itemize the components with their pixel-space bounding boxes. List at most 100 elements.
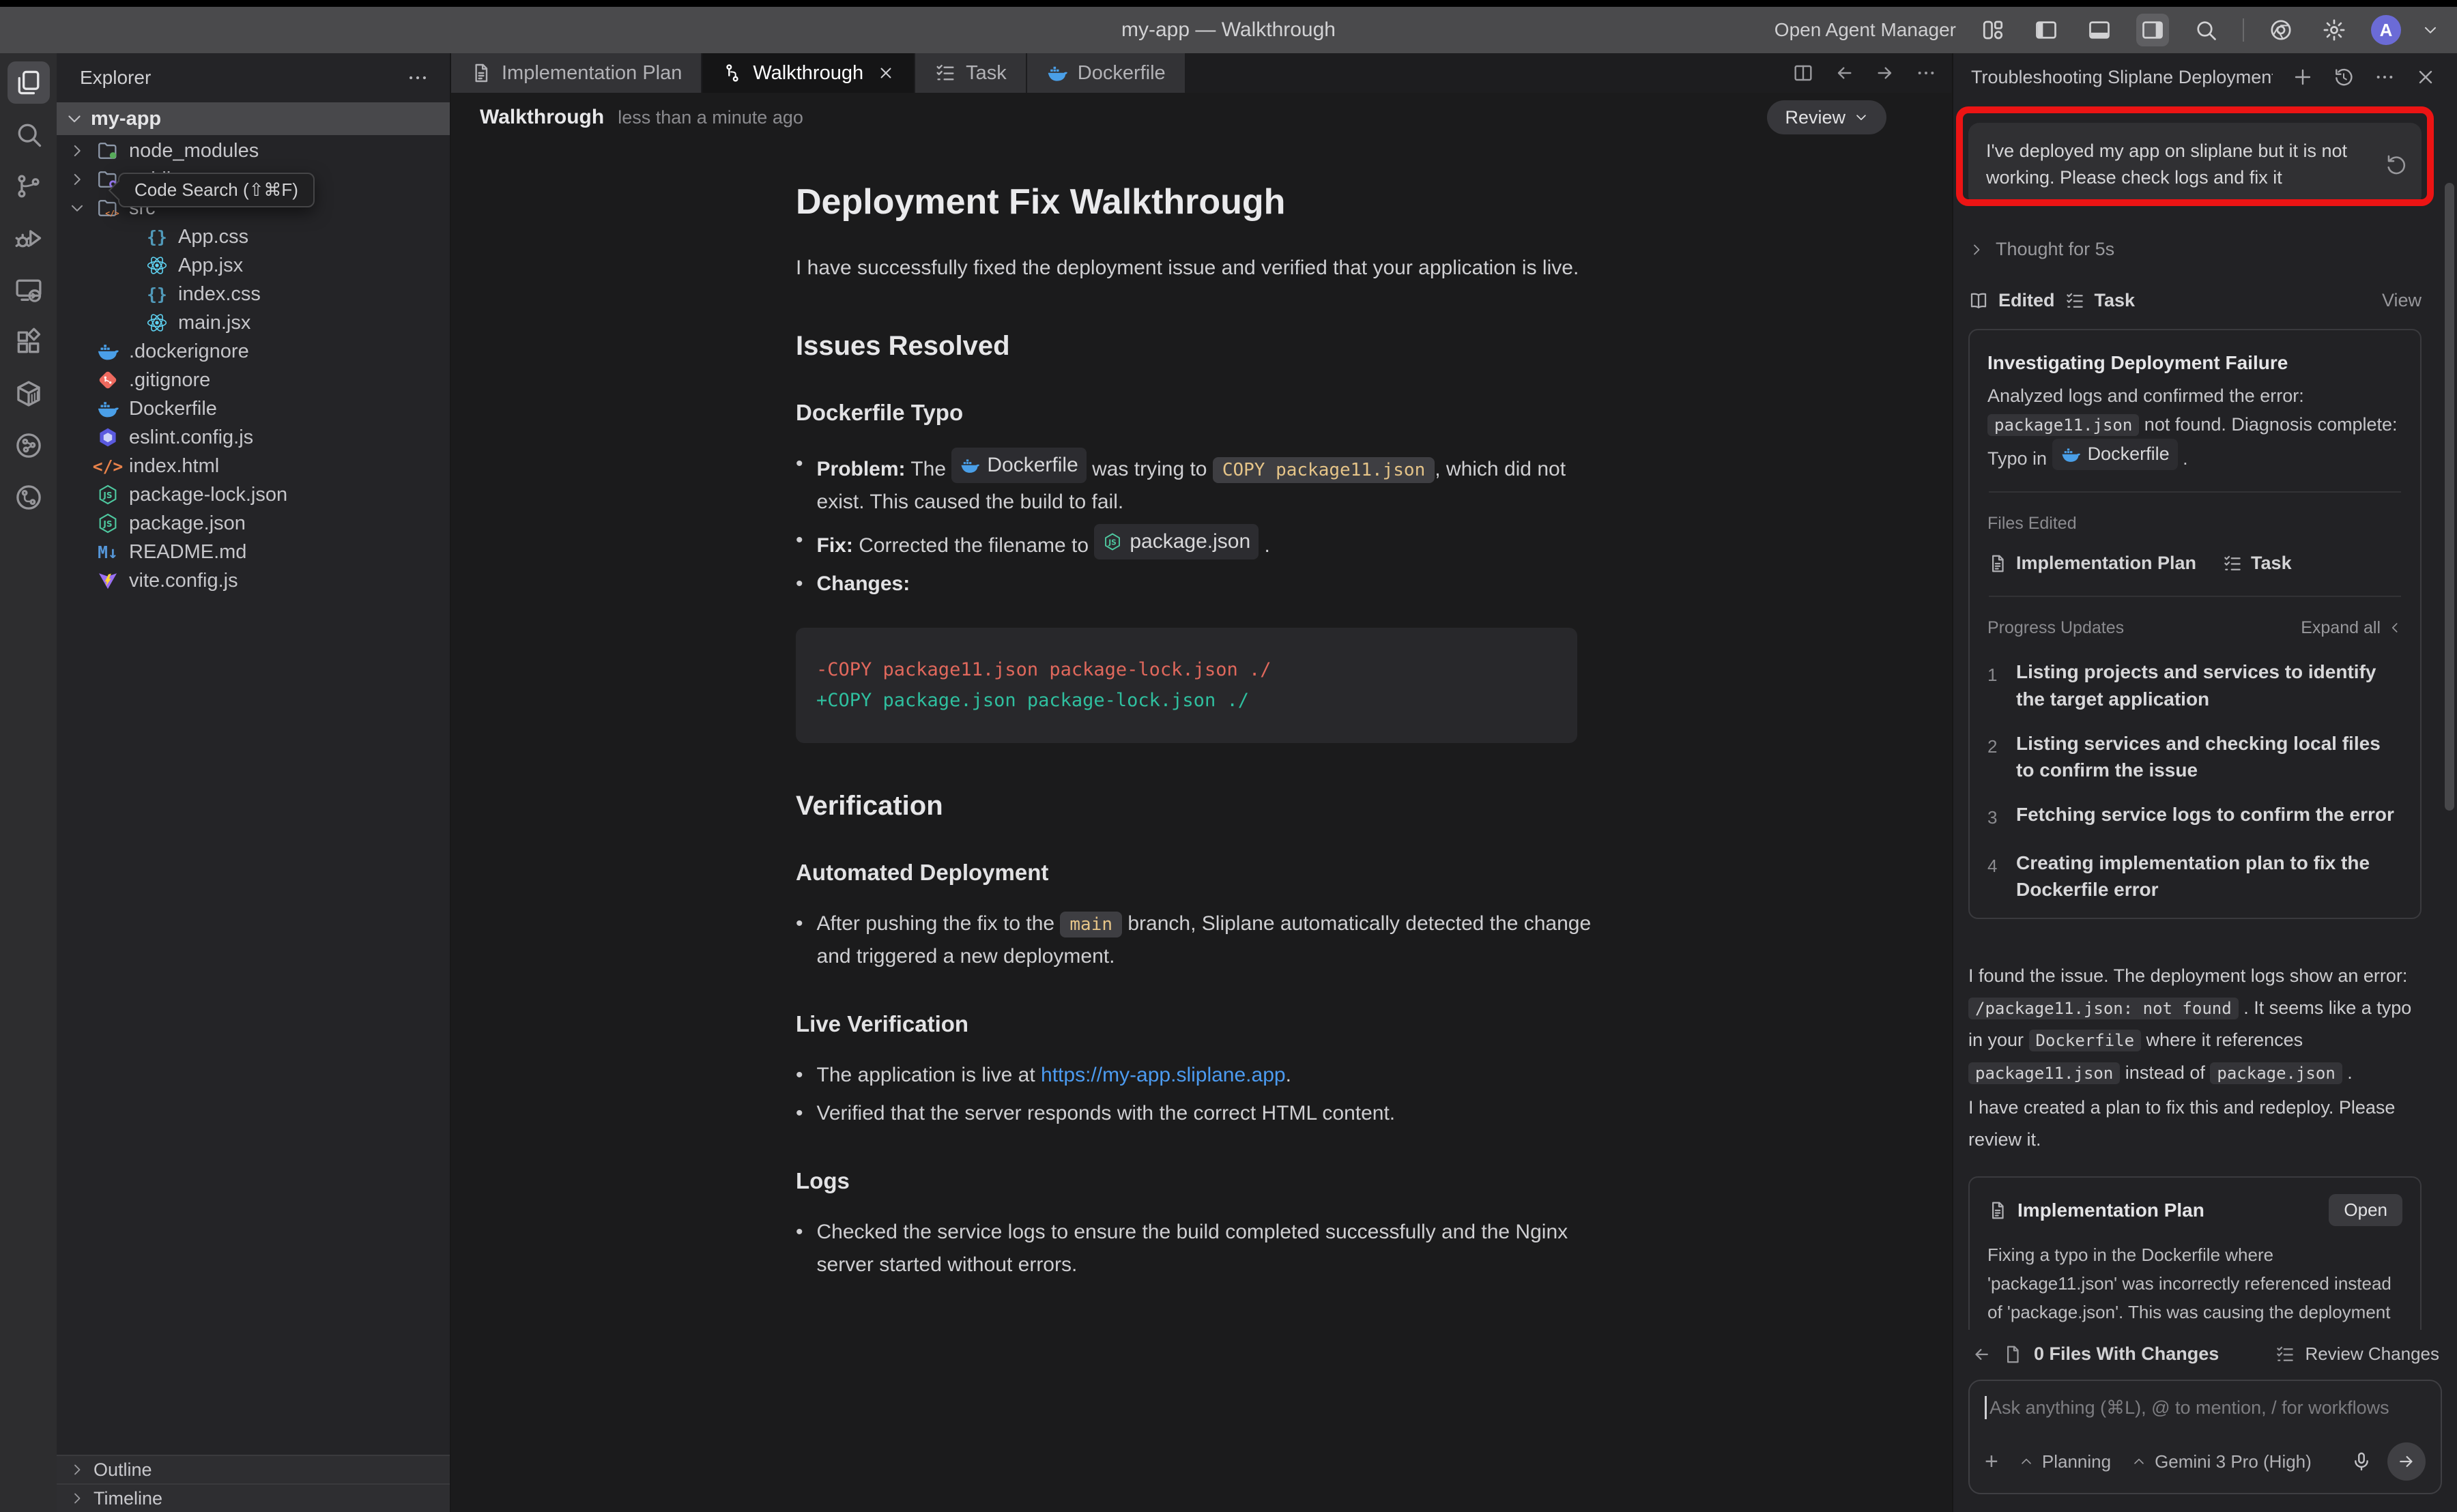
send-button[interactable] <box>2387 1442 2426 1481</box>
review-changes-button[interactable]: Review Changes <box>2275 1343 2439 1365</box>
chev-right-icon <box>69 1462 85 1478</box>
list-item: • Checked the service logs to ensure the … <box>796 1216 1608 1281</box>
section-outline[interactable]: Outline <box>57 1455 450 1483</box>
activity-circle-share[interactable] <box>8 424 50 467</box>
edited-task-row[interactable]: Edited Task View <box>1968 290 2422 311</box>
link[interactable]: https://my-app.sliplane.app <box>1041 1064 1286 1086</box>
chevron-down-icon[interactable] <box>2422 21 2439 39</box>
tab-dockerfile[interactable]: Dockerfile <box>1027 53 1186 93</box>
close-icon[interactable] <box>2415 66 2437 88</box>
thought-toggle[interactable]: Thought for 5s <box>1968 239 2422 260</box>
microphone-icon[interactable] <box>2351 1451 2372 1472</box>
inline-code: package11.json <box>1987 414 2139 436</box>
mode-selector[interactable]: Planning <box>2019 1451 2111 1472</box>
edited-file[interactable]: Implementation Plan <box>1987 549 2196 578</box>
review-button[interactable]: Review <box>1767 100 1886 134</box>
file-tree-item[interactable]: .dockerignore <box>57 337 450 366</box>
toggle-bottom-panel-icon[interactable] <box>2083 14 2116 46</box>
file-tree-item[interactable]: eslint.config.js <box>57 423 450 452</box>
chat-input[interactable]: Ask anything (⌘L), @ to mention, / for w… <box>1968 1380 2442 1494</box>
chat-more-icon[interactable] <box>2374 66 2396 88</box>
file-tree-item[interactable]: {}App.css <box>57 222 450 251</box>
split-editor-icon[interactable] <box>1792 62 1814 84</box>
section-timeline[interactable]: Timeline <box>57 1483 450 1512</box>
file-tree-item[interactable]: JSpackage.json <box>57 509 450 538</box>
activity-extensions[interactable] <box>8 321 50 363</box>
progress-step[interactable]: 1Listing projects and services to identi… <box>1987 658 2402 712</box>
activity-circle-git[interactable] <box>8 476 50 519</box>
activity-remote-explorer[interactable] <box>8 269 50 311</box>
tab-walkthrough[interactable]: Walkthrough <box>702 53 915 93</box>
file-tree-item[interactable]: .gitignore <box>57 366 450 394</box>
view-link[interactable]: View <box>2382 290 2422 311</box>
file-chip[interactable]: JSpackage.json <box>1094 524 1259 559</box>
user-message[interactable]: I've deployed my app on sliplane but it … <box>1968 123 2422 206</box>
navigate-forward-icon[interactable] <box>1874 62 1896 84</box>
text: I found the issue. The deployment logs s… <box>1968 965 2407 986</box>
agent-manager-label[interactable]: Open Agent Manager <box>1774 19 1956 41</box>
progress-step[interactable]: 3Fetching service logs to confirm the er… <box>1987 801 2402 831</box>
layout-grid-icon[interactable] <box>1977 14 2009 46</box>
activity-files[interactable] <box>8 61 50 104</box>
progress-step[interactable]: 2Listing services and checking local fil… <box>1987 730 2402 783</box>
restore-checkpoint-icon[interactable] <box>2385 153 2408 176</box>
implementation-plan-card[interactable]: Implementation Plan Open Fixing a typo i… <box>1968 1176 2422 1330</box>
chat-scrollbar[interactable] <box>2445 183 2454 811</box>
toggle-left-panel-icon[interactable] <box>2030 14 2063 46</box>
collapse-arrow-icon[interactable] <box>1971 1344 1992 1365</box>
file-tree-item[interactable]: JSpackage-lock.json <box>57 480 450 509</box>
bullet: • <box>796 524 803 562</box>
file-tree-item[interactable]: M↓README.md <box>57 538 450 566</box>
task-card-title: Investigating Deployment Failure <box>1987 348 2402 377</box>
svg-text:</>: </> <box>105 208 119 218</box>
file-tree-item[interactable]: Dockerfile <box>57 394 450 423</box>
tab-implementation-plan[interactable]: Implementation Plan <box>451 53 702 93</box>
history-icon[interactable] <box>2333 66 2355 88</box>
close-tab-icon[interactable] <box>877 64 895 82</box>
file-tree-item[interactable]: {}index.css <box>57 280 450 308</box>
file-chip[interactable]: Dockerfile <box>2052 439 2178 470</box>
document-title: Walkthrough <box>480 106 604 129</box>
task-summary-card[interactable]: Investigating Deployment Failure Analyze… <box>1968 329 2422 919</box>
new-chat-icon[interactable] <box>2292 66 2314 88</box>
text: instead of <box>2120 1062 2210 1083</box>
text: Checked the service logs to ensure the b… <box>817 1221 1568 1276</box>
file-tree-item[interactable]: </>index.html <box>57 452 450 480</box>
expand-all-button[interactable]: Expand all <box>2301 615 2402 641</box>
activity-source-control[interactable] <box>8 165 50 207</box>
progress-step[interactable]: 4Creating implementation plan to fix the… <box>1987 849 2402 903</box>
file-name: index.html <box>129 455 219 478</box>
activity-run-debug[interactable] <box>8 217 50 259</box>
toggle-right-panel-icon[interactable] <box>2136 14 2169 46</box>
tab-task[interactable]: Task <box>915 53 1027 93</box>
run-debug-icon <box>14 223 44 253</box>
activity-container[interactable] <box>8 373 50 415</box>
search-icon[interactable] <box>2189 14 2222 46</box>
avatar[interactable]: A <box>2371 15 2401 45</box>
route-icon <box>721 62 743 84</box>
editor-more-actions-icon[interactable] <box>1915 62 1937 84</box>
heading-h3: Automated Deployment <box>796 860 1952 886</box>
edited-file[interactable]: Task <box>2222 549 2292 578</box>
css-icon: {} <box>144 227 170 247</box>
file-tree-item[interactable]: App.jsx <box>57 251 450 280</box>
chevron-left-icon <box>2387 620 2402 635</box>
open-plan-button[interactable]: Open <box>2329 1194 2402 1226</box>
edited-file-name: Implementation Plan <box>2016 549 2196 578</box>
more-actions-icon[interactable] <box>406 66 429 89</box>
navigate-back-icon[interactable] <box>1833 62 1855 84</box>
file-tree-item[interactable]: main.jsx <box>57 308 450 337</box>
file-chip[interactable]: Dockerfile <box>951 448 1086 483</box>
activity-search[interactable] <box>8 113 50 156</box>
explorer-root-folder[interactable]: my-app <box>57 102 450 135</box>
step-text: Listing projects and services to identif… <box>2016 658 2402 712</box>
folder-green-icon <box>95 139 121 162</box>
attach-plus-icon[interactable]: + <box>1985 1449 1998 1475</box>
text: was trying to <box>1087 458 1213 480</box>
model-selector[interactable]: Gemini 3 Pro (High) <box>2131 1451 2312 1472</box>
file-tree-item[interactable]: vite.config.js <box>57 566 450 595</box>
file-tree-item[interactable]: node_modules <box>57 136 450 165</box>
browser-icon[interactable] <box>2265 14 2297 46</box>
gear-icon[interactable] <box>2318 14 2351 46</box>
bullet: • <box>796 1216 803 1281</box>
